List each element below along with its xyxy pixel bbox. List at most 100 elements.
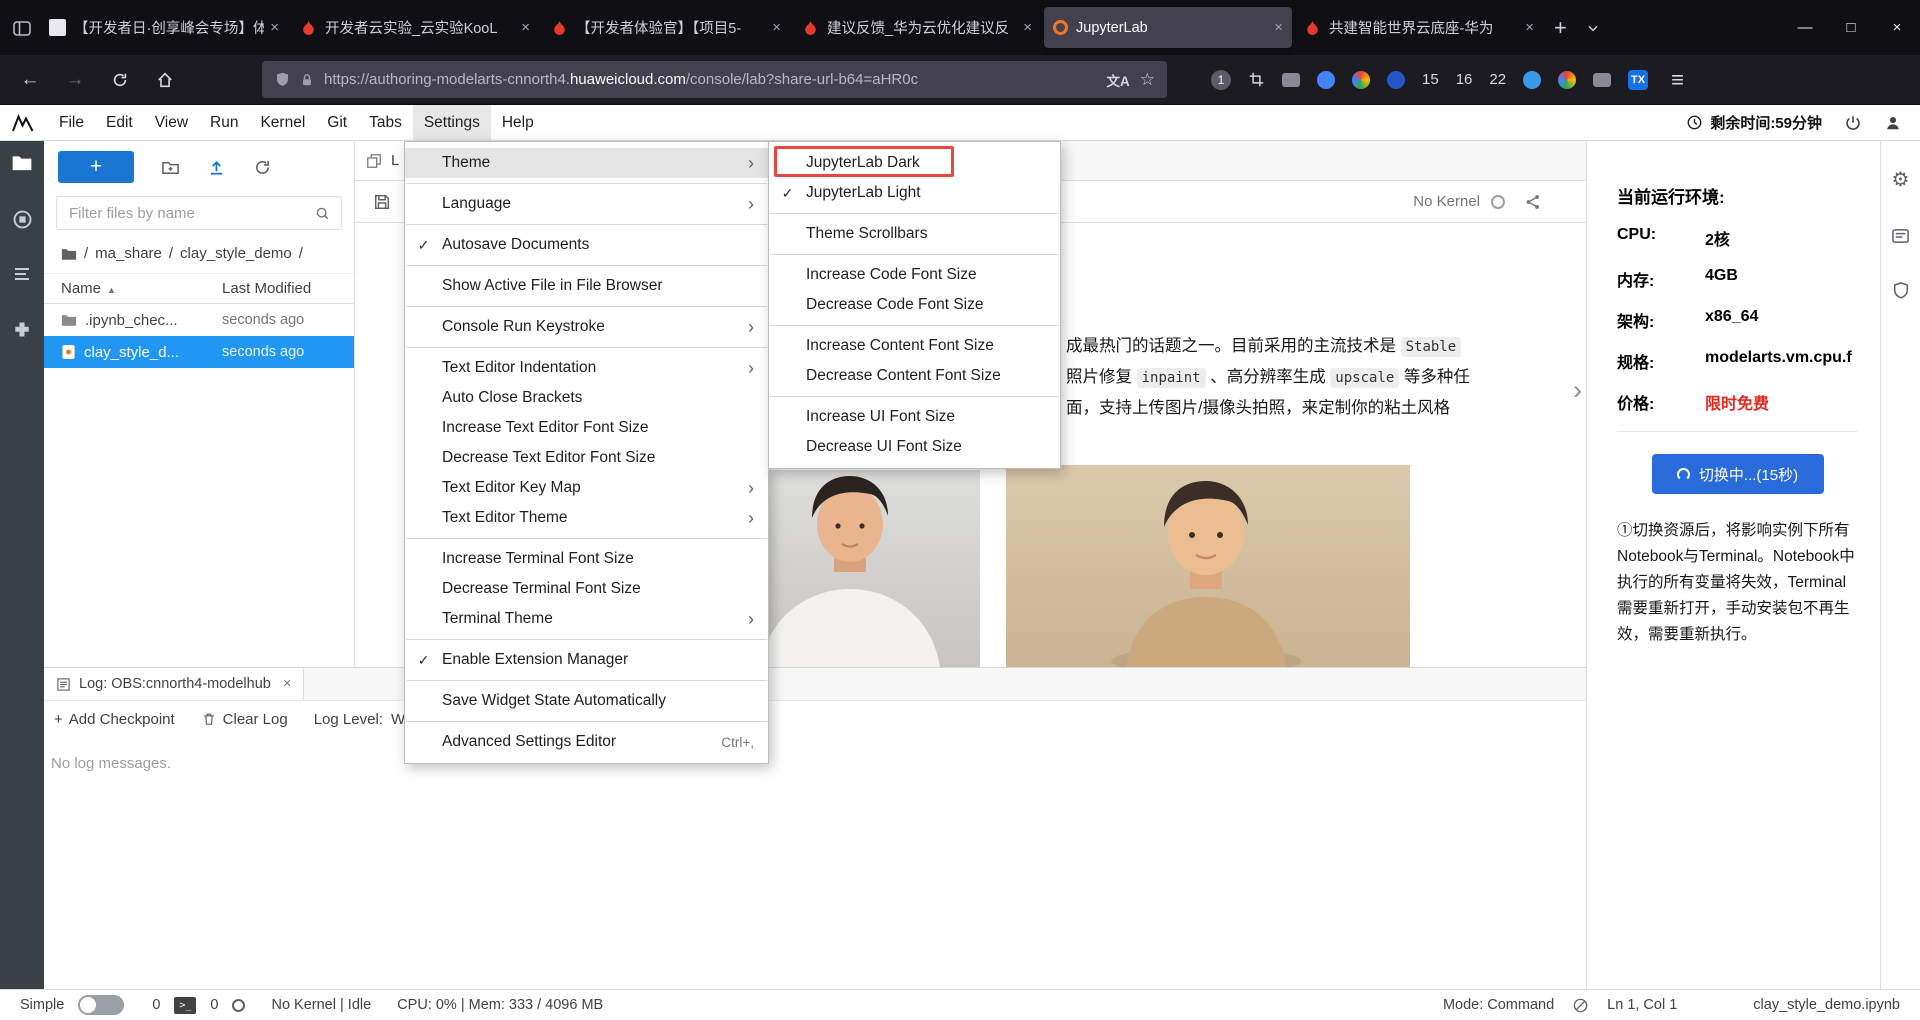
menu-item-text-editor-key-map[interactable]: Text Editor Key Map › xyxy=(405,473,768,503)
menu-item-console-run-keystroke[interactable]: Console Run Keystroke › xyxy=(405,312,768,342)
log-tab[interactable]: Log: OBS:cnnorth4-modelhub × xyxy=(44,668,305,700)
firefox-view-icon[interactable] xyxy=(12,18,32,38)
menu-item-save-widget-state[interactable]: Save Widget State Automatically xyxy=(405,686,768,716)
maximize-button[interactable]: □ xyxy=(1828,0,1874,55)
add-checkpoint-button[interactable]: + Add Checkpoint xyxy=(54,711,175,728)
app-menu-icon[interactable]: ≡ xyxy=(1671,67,1684,93)
panel-expand-chevron-icon[interactable]: › xyxy=(1573,375,1582,406)
menu-help[interactable]: Help xyxy=(491,105,545,140)
back-button[interactable]: ← xyxy=(12,63,48,97)
menu-item-increase-text-editor-font[interactable]: Increase Text Editor Font Size xyxy=(405,413,768,443)
menu-item-theme[interactable]: Theme › xyxy=(405,148,768,178)
shutdown-icon[interactable] xyxy=(1844,114,1862,132)
menu-item-auto-close-brackets[interactable]: Auto Close Brackets xyxy=(405,383,768,413)
menu-git[interactable]: Git xyxy=(316,105,358,140)
menu-edit[interactable]: Edit xyxy=(95,105,144,140)
menu-tabs[interactable]: Tabs xyxy=(358,105,413,140)
extension-icon[interactable] xyxy=(1523,70,1542,89)
tab-close-icon[interactable]: × xyxy=(283,676,291,692)
bookmark-star-icon[interactable]: ☆ xyxy=(1140,70,1155,90)
screenshot-extension-icon[interactable] xyxy=(1248,71,1265,88)
browser-tab[interactable]: 建议反馈_华为云优化建议反 × xyxy=(793,7,1041,48)
menu-file[interactable]: File xyxy=(48,105,95,140)
switch-environment-button[interactable]: 切换中...(15秒) xyxy=(1651,454,1824,494)
browser-tab[interactable]: 【开发者体验官】【项目5- × xyxy=(542,7,790,48)
simple-mode-toggle[interactable] xyxy=(78,995,125,1015)
terminal-count[interactable]: 0 xyxy=(152,997,160,1013)
new-folder-icon[interactable] xyxy=(161,158,180,177)
menu-item-decrease-content-font[interactable]: Decrease Content Font Size xyxy=(769,361,1060,391)
reload-button[interactable] xyxy=(102,63,138,97)
close-button[interactable]: × xyxy=(1874,0,1920,55)
user-icon[interactable] xyxy=(1884,114,1902,132)
menu-item-increase-code-font[interactable]: Increase Code Font Size xyxy=(769,260,1060,290)
extension-counter[interactable]: 15 xyxy=(1422,71,1439,88)
extension-counter[interactable]: 16 xyxy=(1456,71,1473,88)
tab-close-icon[interactable]: × xyxy=(1525,19,1534,36)
tab-close-icon[interactable]: × xyxy=(1274,19,1283,36)
notification-badge[interactable]: 1 xyxy=(1211,69,1231,90)
menu-view[interactable]: View xyxy=(144,105,199,140)
extension-icon[interactable] xyxy=(1387,70,1405,89)
home-button[interactable] xyxy=(147,63,183,97)
breadcrumb-folder[interactable]: ma_share xyxy=(95,245,162,262)
url-bar[interactable]: https://authoring-modelarts-cnnorth4.hua… xyxy=(262,61,1167,98)
file-row-selected[interactable]: clay_style_d... seconds ago xyxy=(44,336,354,368)
menu-item-terminal-theme[interactable]: Terminal Theme › xyxy=(405,604,768,634)
extension-manager-icon[interactable] xyxy=(12,320,32,340)
notifications-off-icon[interactable] xyxy=(1572,997,1589,1014)
kernel-name-label[interactable]: No Kernel xyxy=(1413,193,1480,210)
column-name[interactable]: Name ▲ xyxy=(61,280,222,297)
lock-icon[interactable] xyxy=(299,72,315,88)
refresh-icon[interactable] xyxy=(253,158,272,177)
menu-settings[interactable]: Settings xyxy=(412,105,491,140)
menu-item-language[interactable]: Language › xyxy=(405,189,768,219)
file-browser-tab-icon[interactable] xyxy=(11,153,33,173)
forward-button[interactable]: → xyxy=(57,63,93,97)
menu-kernel[interactable]: Kernel xyxy=(249,105,316,140)
tracking-shield-icon[interactable] xyxy=(274,71,291,88)
upload-icon[interactable] xyxy=(207,158,226,177)
instance-info-icon[interactable] xyxy=(1891,228,1910,245)
sidebar-extension-icon[interactable] xyxy=(1282,72,1300,87)
menu-run[interactable]: Run xyxy=(199,105,249,140)
breadcrumb-folder[interactable]: clay_style_demo xyxy=(180,245,292,262)
menu-item-increase-terminal-font[interactable]: Increase Terminal Font Size xyxy=(405,544,768,574)
menu-item-enable-extension-manager[interactable]: ✓ Enable Extension Manager xyxy=(405,645,768,675)
log-level-dropdown[interactable]: Log Level: W xyxy=(314,711,405,728)
menu-item-jupyterlab-dark[interactable]: JupyterLab Dark xyxy=(769,148,1060,178)
minimize-button[interactable]: — xyxy=(1782,0,1828,55)
kernel-status-icon[interactable] xyxy=(1491,194,1505,209)
folder-icon[interactable] xyxy=(61,247,77,261)
file-filter-input[interactable] xyxy=(67,203,314,223)
url-text[interactable]: https://authoring-modelarts-cnnorth4.hua… xyxy=(324,71,1097,88)
tab-close-icon[interactable]: × xyxy=(270,19,279,36)
tab-close-icon[interactable]: × xyxy=(1023,19,1032,36)
cursor-position-label[interactable]: Ln 1, Col 1 xyxy=(1607,997,1677,1013)
running-sessions-icon[interactable] xyxy=(12,209,33,230)
menu-item-increase-content-font[interactable]: Increase Content Font Size xyxy=(769,331,1060,361)
tx-extension-icon[interactable]: TX xyxy=(1628,69,1649,90)
gear-icon[interactable]: ⚙ xyxy=(1892,167,1910,192)
extension-icon[interactable] xyxy=(1352,70,1370,89)
storage-shield-icon[interactable] xyxy=(1892,281,1910,300)
list-all-tabs-chevron-icon[interactable] xyxy=(1585,20,1601,36)
extension-counter[interactable]: 22 xyxy=(1489,71,1506,88)
menu-item-advanced-settings-editor[interactable]: Advanced Settings Editor Ctrl+, xyxy=(405,727,768,757)
tab-close-icon[interactable]: × xyxy=(772,19,781,36)
tab-close-icon[interactable]: × xyxy=(521,19,530,36)
save-icon[interactable] xyxy=(373,193,391,211)
menu-item-decrease-ui-font[interactable]: Decrease UI Font Size xyxy=(769,432,1060,462)
kernel-status-label[interactable]: No Kernel | Idle xyxy=(271,997,371,1013)
extension-icon[interactable] xyxy=(1317,70,1335,89)
clear-log-button[interactable]: Clear Log xyxy=(201,711,288,728)
browser-tab[interactable]: 共建智能世界云底座-华为 × xyxy=(1295,7,1543,48)
file-row[interactable]: .ipynb_chec... seconds ago xyxy=(44,304,354,336)
browser-tab[interactable]: 【开发者日·创享峰会专场】体 × xyxy=(40,7,288,48)
extension-icon[interactable] xyxy=(1558,70,1577,89)
menu-item-decrease-terminal-font[interactable]: Decrease Terminal Font Size xyxy=(405,574,768,604)
extension-icon[interactable] xyxy=(1593,72,1612,87)
column-last-modified[interactable]: Last Modified xyxy=(222,280,340,297)
browser-tab-active-jupyterlab[interactable]: JupyterLab × xyxy=(1044,7,1292,48)
browser-tab[interactable]: 开发者云实验_云实验KooL × xyxy=(291,7,539,48)
